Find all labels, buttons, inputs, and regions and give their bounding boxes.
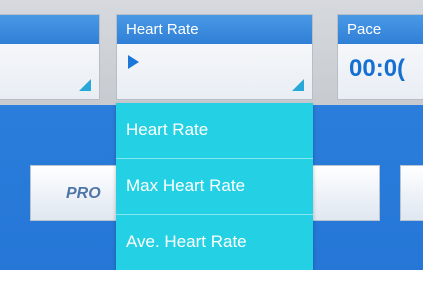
dropdown-item-label: Max Heart Rate — [126, 176, 246, 195]
profile-button-label: PRO — [66, 185, 101, 202]
dropdown-item-ave-heart-rate[interactable]: Ave. Heart Rate — [116, 215, 313, 270]
dropdown-item-label: Ave. Heart Rate — [126, 232, 247, 251]
heart-rate-title: Heart Rate — [126, 21, 199, 38]
dropdown-item-heart-rate[interactable]: Heart Rate — [116, 103, 313, 158]
play-arrow-icon — [128, 55, 139, 69]
heart-rate-tile[interactable]: Heart Rate — [116, 14, 313, 100]
metric-dropdown-menu: Heart Rate Max Heart Rate Ave. Heart Rat… — [116, 103, 313, 270]
app-screen: Heart Rate Pace 00:0( PRO Heart Rate Max… — [0, 0, 423, 281]
dropdown-item-max-heart-rate[interactable]: Max Heart Rate — [116, 159, 313, 214]
dropdown-item-label: Heart Rate — [126, 120, 209, 139]
pace-header: Pace — [338, 15, 423, 44]
left-metric-header — [0, 15, 99, 44]
dropdown-corner-icon — [292, 79, 304, 91]
left-metric-tile[interactable] — [0, 14, 100, 100]
pace-tile[interactable]: Pace 00:0( — [337, 14, 423, 100]
dropdown-corner-icon — [79, 79, 91, 91]
pace-value: 00:0( — [349, 55, 406, 82]
right-panel-button[interactable] — [400, 165, 423, 221]
heart-rate-header: Heart Rate — [117, 15, 312, 44]
pace-title: Pace — [347, 21, 382, 38]
bottom-edge — [0, 270, 423, 281]
metrics-bar: Heart Rate Pace 00:0( — [0, 0, 423, 105]
